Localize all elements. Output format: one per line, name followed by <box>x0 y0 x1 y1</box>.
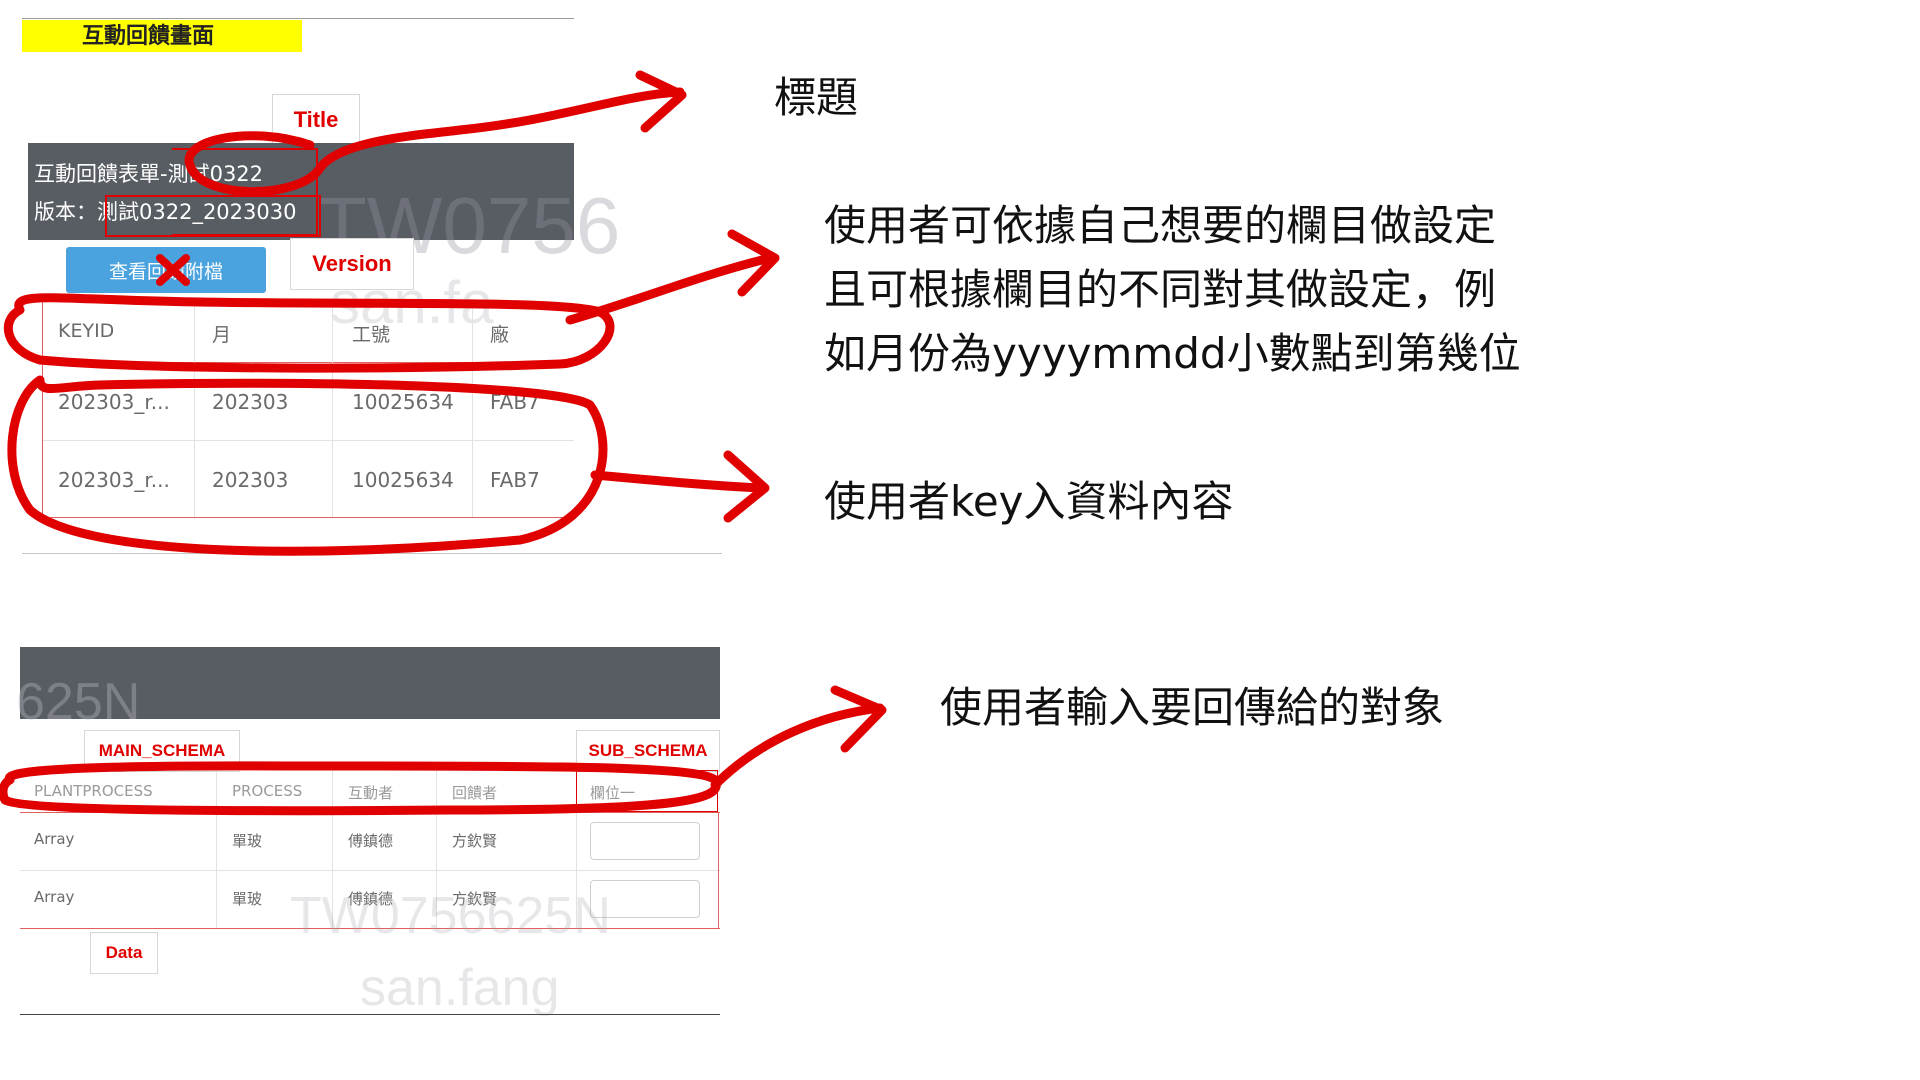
column-note-line-3: 如月份為yyyymmdd小數點到第幾位 <box>824 329 1521 378</box>
data-arrow <box>590 470 765 493</box>
title-loop-arrow <box>184 87 685 197</box>
schema-arrow <box>710 703 885 790</box>
data-note: 使用者key入資料內容 <box>824 477 1234 526</box>
schema-note: 使用者輸入要回傳給的對象 <box>940 683 1445 732</box>
data-rows-loop <box>7 375 608 556</box>
title-note: 標題 <box>774 73 859 122</box>
annotation-overlay <box>0 70 887 816</box>
column-header-loop <box>3 293 615 373</box>
column-note-line-1: 使用者可依據自己想要的欄目做設定 <box>824 201 1497 250</box>
column-note-line-2: 且可根據欄目的不同對其做設定，例 <box>824 265 1497 314</box>
schema-header-loop <box>0 761 721 816</box>
title-arrowhead <box>635 70 687 133</box>
